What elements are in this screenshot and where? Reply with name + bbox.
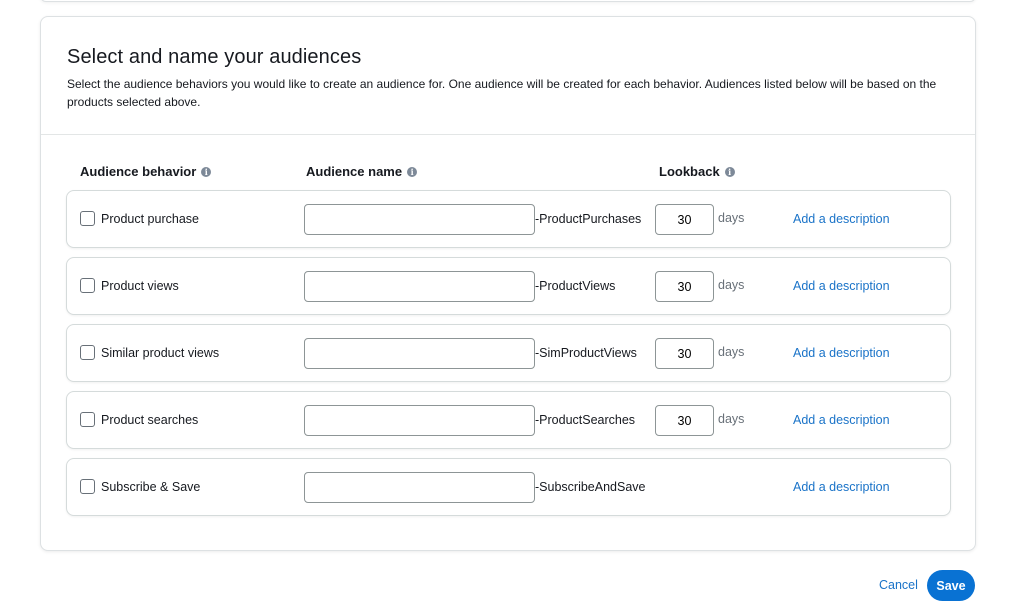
lookback-unit: days — [718, 278, 745, 292]
add-description-link[interactable]: Add a description — [793, 279, 890, 293]
audience-name-input[interactable] — [304, 405, 535, 436]
audience-name-suffix: -SimProductViews — [535, 346, 637, 360]
lookback-input[interactable] — [655, 405, 714, 436]
add-description-link[interactable]: Add a description — [793, 413, 890, 427]
column-headers: Audience behavior i Audience name i Look… — [41, 164, 975, 184]
audience-row-subscribe-and-save: Subscribe & Save -SubscribeAndSave Add a… — [66, 458, 951, 516]
column-header-behavior-label: Audience behavior — [80, 164, 197, 179]
previous-section-card — [40, 0, 976, 2]
audience-name-input[interactable] — [304, 204, 535, 235]
audience-name-input[interactable] — [304, 271, 535, 302]
behavior-checkbox-group: Subscribe & Save — [80, 479, 200, 494]
audience-row-similar-product-views: Similar product views -SimProductViews d… — [66, 324, 951, 382]
behavior-checkbox-group: Product views — [80, 278, 179, 293]
audience-row-product-views: Product views -ProductViews days Add a d… — [66, 257, 951, 315]
audience-row-product-purchase: Product purchase -ProductPurchases days … — [66, 190, 951, 248]
audience-name-input[interactable] — [304, 338, 535, 369]
column-header-name: Audience name i — [306, 164, 418, 179]
audience-row-product-searches: Product searches -ProductSearches days A… — [66, 391, 951, 449]
lookback-unit: days — [718, 211, 745, 225]
column-header-behavior: Audience behavior i — [80, 164, 212, 179]
behavior-checkbox[interactable] — [80, 412, 95, 427]
save-button[interactable]: Save — [927, 570, 975, 601]
behavior-checkbox[interactable] — [80, 345, 95, 360]
lookback-input[interactable] — [655, 338, 714, 369]
add-description-link[interactable]: Add a description — [793, 212, 890, 226]
behavior-checkbox-group: Product purchase — [80, 211, 199, 226]
column-header-lookback-label: Lookback — [659, 164, 720, 179]
cancel-button[interactable]: Cancel — [879, 578, 918, 592]
behavior-label: Similar product views — [101, 345, 220, 360]
column-header-lookback: Lookback i — [659, 164, 735, 179]
audience-name-suffix: -ProductPurchases — [535, 212, 642, 226]
audience-name-suffix: -ProductViews — [535, 279, 616, 293]
info-icon[interactable]: i — [724, 166, 735, 177]
card-header: Select and name your audiences Select th… — [41, 17, 975, 135]
lookback-unit: days — [718, 412, 745, 426]
lookback-unit: days — [718, 345, 745, 359]
behavior-checkbox[interactable] — [80, 278, 95, 293]
behavior-checkbox[interactable] — [80, 479, 95, 494]
column-header-name-label: Audience name — [306, 164, 403, 179]
behavior-label: Product views — [101, 278, 179, 293]
audience-name-input[interactable] — [304, 472, 535, 503]
audiences-card: Select and name your audiences Select th… — [40, 16, 976, 551]
add-description-link[interactable]: Add a description — [793, 346, 890, 360]
lookback-input[interactable] — [655, 204, 714, 235]
section-title: Select and name your audiences — [67, 46, 362, 68]
add-description-link[interactable]: Add a description — [793, 480, 890, 494]
behavior-checkbox-group: Product searches — [80, 412, 198, 427]
lookback-input[interactable] — [655, 271, 714, 302]
info-icon[interactable]: i — [407, 166, 418, 177]
info-icon[interactable]: i — [201, 166, 212, 177]
section-description: Select the audience behaviors you would … — [67, 77, 937, 109]
audience-name-suffix: -ProductSearches — [535, 413, 636, 427]
behavior-label: Product searches — [101, 412, 199, 427]
behavior-checkbox[interactable] — [80, 211, 95, 226]
audience-name-suffix: -SubscribeAndSave — [535, 480, 646, 494]
behavior-label: Subscribe & Save — [101, 479, 201, 494]
behavior-label: Product purchase — [101, 211, 199, 226]
behavior-checkbox-group: Similar product views — [80, 345, 219, 360]
